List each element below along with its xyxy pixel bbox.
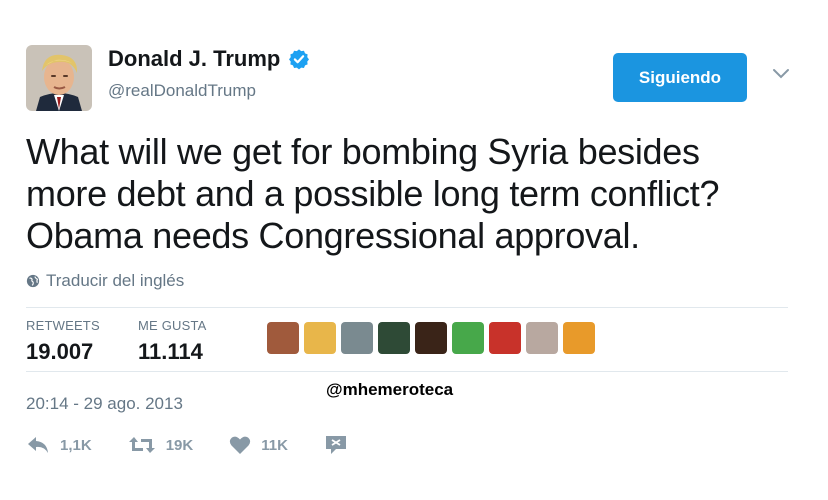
tweet-text: What will we get for bombing Syria besid… bbox=[26, 131, 806, 257]
retweet-button[interactable]: 19K bbox=[128, 435, 194, 455]
likes-label: ME GUSTA bbox=[138, 318, 207, 333]
author-handle[interactable]: @realDonaldTrump bbox=[108, 81, 256, 101]
liker-avatar[interactable] bbox=[415, 322, 447, 354]
tweet-line: more debt and a possible long term confl… bbox=[26, 173, 720, 214]
retweet-count: 19K bbox=[165, 436, 194, 454]
tweet-timestamp[interactable]: 20:14 - 29 ago. 2013 bbox=[26, 394, 183, 414]
liker-avatar[interactable] bbox=[489, 322, 521, 354]
globe-icon bbox=[26, 274, 40, 288]
verified-badge-icon bbox=[289, 49, 310, 70]
watermark: @mhemeroteca bbox=[326, 380, 454, 399]
heart-icon bbox=[230, 436, 251, 454]
reply-icon bbox=[28, 437, 48, 453]
direct-message-icon bbox=[325, 436, 346, 454]
profile-avatar-image bbox=[26, 45, 92, 111]
liker-avatar[interactable] bbox=[267, 322, 299, 354]
tweet-line: Obama needs Congressional approval. bbox=[26, 215, 640, 256]
liker-avatar[interactable] bbox=[526, 322, 558, 354]
chevron-down-icon[interactable] bbox=[772, 68, 790, 80]
liker-avatar[interactable] bbox=[341, 322, 373, 354]
liker-avatars bbox=[267, 322, 595, 354]
reply-count: 1,1K bbox=[60, 436, 92, 454]
retweet-icon bbox=[128, 437, 155, 453]
liker-avatar[interactable] bbox=[452, 322, 484, 354]
author-name-row[interactable]: Donald J. Trump bbox=[108, 46, 310, 72]
likes-stat[interactable]: ME GUSTA 11.114 bbox=[138, 318, 207, 365]
translate-label[interactable]: Traducir del inglés bbox=[46, 271, 184, 291]
likes-count: 11.114 bbox=[138, 339, 203, 364]
liker-avatar[interactable] bbox=[378, 322, 410, 354]
tweet-line: What will we get for bombing Syria besid… bbox=[26, 131, 700, 172]
like-count: 11K bbox=[261, 436, 288, 454]
divider bbox=[26, 371, 788, 372]
author-avatar[interactable] bbox=[26, 45, 92, 111]
liker-avatar[interactable] bbox=[304, 322, 336, 354]
following-button[interactable]: Siguiendo bbox=[613, 53, 747, 102]
liker-avatar[interactable] bbox=[563, 322, 595, 354]
direct-message-button[interactable] bbox=[324, 434, 348, 456]
like-button[interactable]: 11K bbox=[229, 435, 288, 455]
author-name[interactable]: Donald J. Trump bbox=[108, 46, 280, 72]
reply-button[interactable]: 1,1K bbox=[26, 435, 92, 455]
retweets-label: RETWEETS bbox=[26, 318, 100, 333]
retweets-stat[interactable]: RETWEETS 19.007 bbox=[26, 318, 100, 365]
translate-link[interactable]: Traducir del inglés bbox=[26, 271, 184, 291]
tweet-actions: 1,1K 19K 11K bbox=[26, 434, 348, 456]
divider bbox=[26, 307, 788, 308]
retweets-count: 19.007 bbox=[26, 339, 94, 364]
